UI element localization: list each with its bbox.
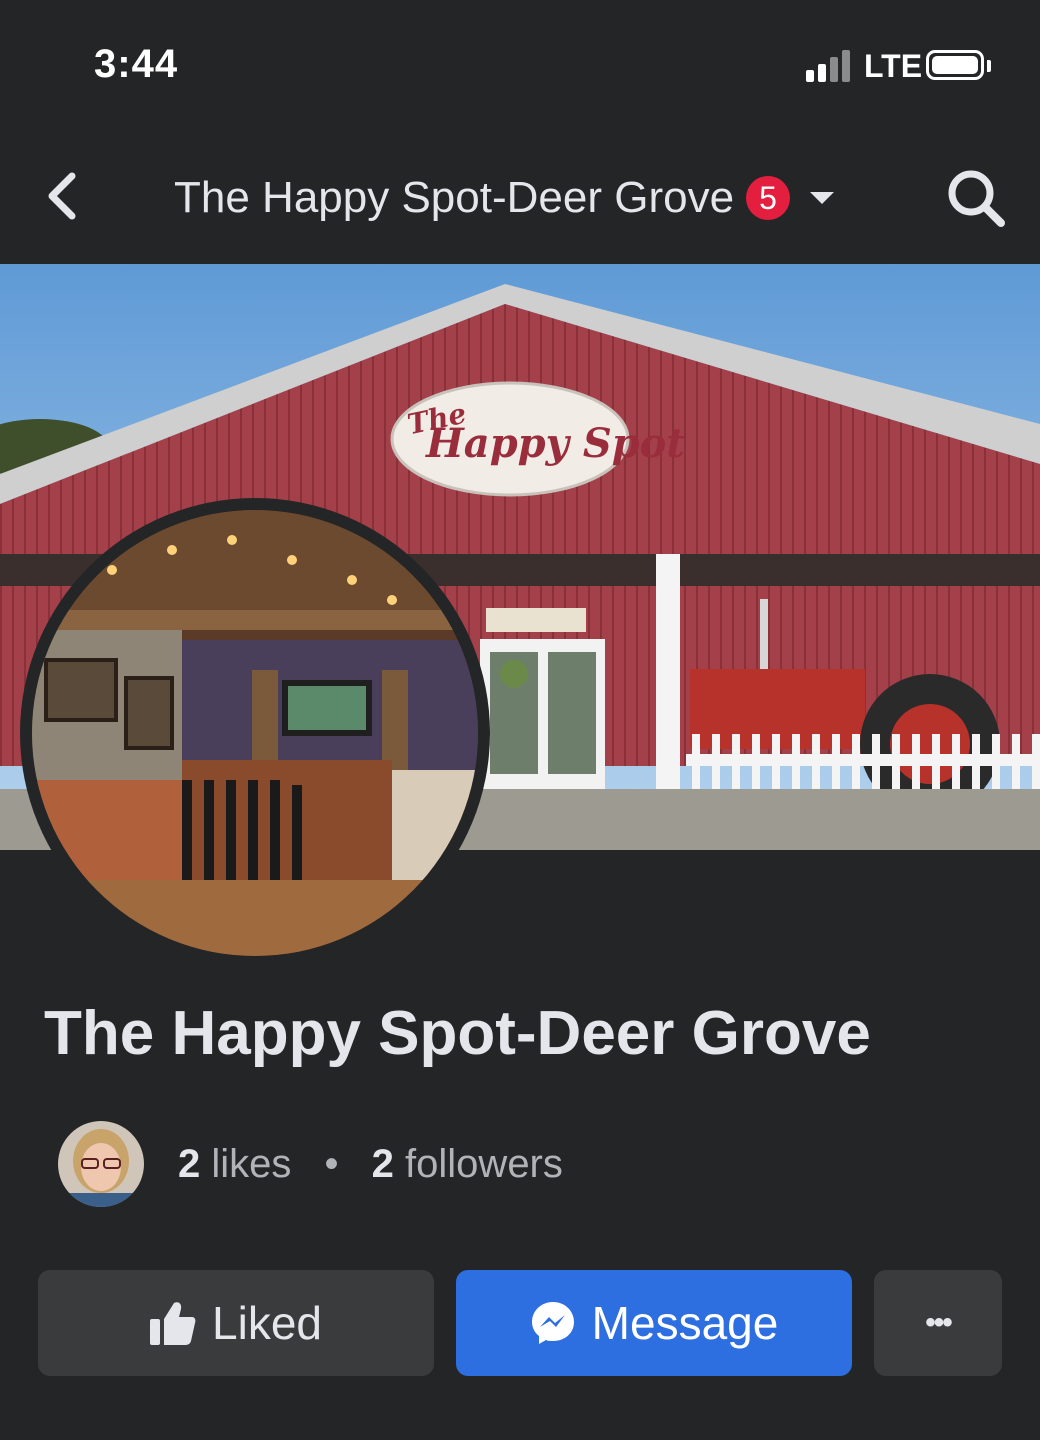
likes-followers-text[interactable]: 2 likes • 2 followers (178, 1142, 563, 1187)
status-time: 3:44 (94, 42, 179, 86)
back-button[interactable] (40, 168, 90, 224)
thumbs-up-icon (150, 1301, 196, 1345)
caret-down-icon (810, 192, 835, 204)
stats-separator: • (324, 1141, 339, 1186)
search-icon (948, 170, 1005, 227)
likes-label: likes (211, 1141, 292, 1186)
more-options-button[interactable]: ••• (874, 1270, 1002, 1376)
message-button[interactable]: Message (456, 1270, 852, 1376)
message-label: Message (591, 1297, 779, 1349)
followers-count: 2 (371, 1141, 394, 1186)
page-title: The Happy Spot-Deer Grove (44, 999, 871, 1068)
friend-avatar[interactable] (58, 1121, 144, 1207)
search-button[interactable] (944, 166, 1008, 230)
messenger-icon (530, 1300, 576, 1346)
battery-icon (926, 50, 984, 80)
chevron-left-icon (48, 172, 76, 220)
liked-label: Liked (212, 1297, 322, 1349)
notification-badge: 5 (746, 176, 791, 220)
battery-nub (987, 60, 991, 72)
navigation-bar: The Happy Spot-Deer Grove 5 (0, 130, 1040, 264)
page-stats: 2 likes • 2 followers (58, 1120, 563, 1208)
liked-button[interactable]: Liked (38, 1270, 434, 1376)
more-options-icon: ••• (925, 1306, 952, 1339)
followers-label: followers (405, 1141, 563, 1186)
page-switcher[interactable]: The Happy Spot-Deer Grove 5 (174, 168, 835, 228)
status-bar: 3:44 LTE (0, 0, 1040, 130)
network-type: LTE (864, 48, 923, 84)
cover-sign-name: Happy Spot (425, 420, 685, 467)
likes-count: 2 (178, 1141, 201, 1186)
profile-picture[interactable] (20, 498, 490, 968)
nav-title: The Happy Spot-Deer Grove (174, 173, 735, 222)
signal-strength-icon (806, 50, 852, 82)
